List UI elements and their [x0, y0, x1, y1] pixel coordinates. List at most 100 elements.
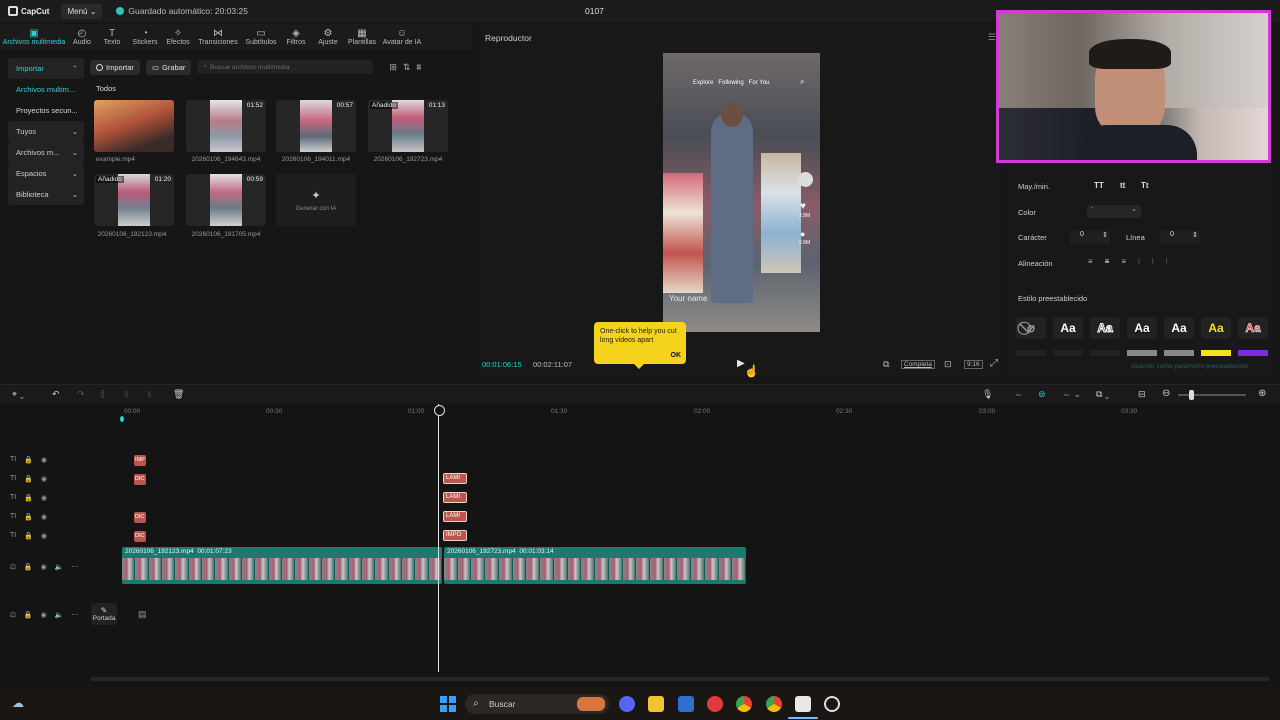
preset-swatch[interactable]	[1127, 350, 1157, 356]
sidebar-item-archives[interactable]: Archivos m... ⌄	[8, 142, 84, 163]
eye-icon[interactable]: ◉	[41, 532, 47, 540]
timeline-scrollbar[interactable]	[90, 677, 1270, 681]
text-clip[interactable]: DIC	[134, 474, 146, 485]
lock-icon[interactable]: 🔒	[24, 513, 33, 521]
delete-icon[interactable]: 🗑	[173, 389, 184, 400]
save-preset-link[interactable]: Guardar como parámetro preestablecido	[1131, 363, 1248, 370]
video-clip-2[interactable]: 20260106_192723.mp4 00:01:03:14	[444, 547, 746, 584]
snap-icon[interactable]: ⇔ ⌄	[1062, 389, 1081, 400]
zoom-slider-handle[interactable]	[1189, 390, 1194, 400]
fullscreen-frame-icon[interactable]: ⊡	[944, 359, 952, 370]
section-all[interactable]: Todos	[96, 84, 116, 93]
grid-view-icon[interactable]: ⊞	[389, 62, 397, 73]
tool-effects[interactable]: ✧ Efectos	[162, 24, 194, 50]
chrome-icon[interactable]	[736, 696, 752, 712]
tool-avatar[interactable]: ☺ Avatar de IA	[380, 24, 424, 50]
media-thumb-192123[interactable]: Añadido 01:20	[94, 174, 174, 226]
preset-swatch[interactable]	[1238, 350, 1268, 356]
lock-icon[interactable]: 🔒	[24, 563, 33, 571]
folder-icon[interactable]	[648, 696, 664, 712]
eye-icon[interactable]: ◉	[41, 494, 47, 502]
record-button[interactable]: ▭ Grabar	[145, 59, 192, 75]
text-clip-selected[interactable]: LAMI	[443, 492, 467, 503]
sidebar-item-yours[interactable]: Tuyos ⌄	[8, 121, 84, 142]
eye-icon[interactable]: ◉	[41, 475, 47, 483]
line-spacing-input[interactable]: 0 ⇕	[1160, 231, 1200, 244]
tooltip-ok-button[interactable]: OK	[671, 351, 682, 360]
tool-filters[interactable]: ◈ Filtros	[280, 24, 312, 50]
link-icon[interactable]: ⇔	[1014, 389, 1023, 399]
fit-timeline-icon[interactable]: ⊟	[1138, 389, 1146, 400]
tool-audio[interactable]: ◴ Audio	[68, 24, 96, 50]
microphone-icon[interactable]: 🎙	[982, 389, 993, 400]
lock-icon[interactable]: 🔒	[24, 532, 33, 540]
media-thumb-191705[interactable]: 00:59	[186, 174, 266, 226]
eye-icon[interactable]: ◉	[41, 563, 47, 571]
import-button[interactable]: Importar	[90, 59, 140, 75]
cover-button[interactable]: ✎ Portada	[91, 603, 117, 625]
color-select[interactable]: - ⌄	[1087, 205, 1141, 218]
playhead[interactable]	[434, 404, 445, 672]
text-clip[interactable]: DIC	[134, 512, 146, 523]
text-clip-selected[interactable]: LAMI	[443, 473, 467, 484]
preset-swatch[interactable]	[1016, 350, 1046, 356]
stepper-icon[interactable]: ⇕	[1192, 231, 1198, 239]
zoom-in-icon[interactable]: ⊕	[1258, 388, 1266, 399]
tool-transitions[interactable]: ⋈ Transiciones	[194, 24, 242, 50]
sidebar-item-projects[interactable]: Proyectos secun...	[8, 100, 84, 121]
zoom-out-icon[interactable]: ⊖	[1162, 388, 1170, 399]
preset-swatch[interactable]	[1164, 350, 1194, 356]
tool-media[interactable]: ▣ Archivos multimedia	[0, 24, 68, 50]
preset-red[interactable]: Aa	[1238, 317, 1268, 339]
sidebar-item-media[interactable]: Archivos multim...	[8, 79, 84, 100]
more-icon[interactable]: ⋯	[71, 563, 78, 571]
windows-start-icon[interactable]	[440, 696, 456, 712]
split-right-icon[interactable]: ⫾	[148, 389, 151, 400]
sidebar-item-spaces[interactable]: Espacios ⌄	[8, 163, 84, 184]
crop-icon[interactable]: ⧉	[883, 359, 889, 370]
speaker-icon[interactable]: 🔈	[55, 563, 64, 571]
sort-icon[interactable]: ⇅	[403, 62, 411, 73]
lock-icon[interactable]: 🔒	[24, 494, 33, 502]
chrome-profile-icon[interactable]	[766, 696, 782, 712]
case-title-button[interactable]: Tt	[1141, 181, 1149, 190]
media-search-input[interactable]: ⌕ Buscar archivos multimedia	[197, 60, 374, 74]
preset-swatch[interactable]	[1053, 350, 1083, 356]
split-icon[interactable]: ⫿	[101, 389, 104, 400]
tool-subtitles[interactable]: ▭ Subtítulos	[242, 24, 280, 50]
speaker-icon[interactable]: 🔈	[55, 611, 64, 619]
align-vertical-icon[interactable]: ⦙	[1152, 257, 1154, 267]
eye-icon[interactable]: ◉	[41, 611, 47, 619]
text-clip[interactable]: DIC	[134, 531, 146, 542]
text-clip-selected[interactable]: IMPO	[443, 530, 467, 541]
preset-white[interactable]: Aa	[1164, 317, 1194, 339]
tool-templates[interactable]: ▦ Plantillas	[344, 24, 380, 50]
aspect-ratio-button[interactable]: 9:16	[964, 360, 983, 369]
preset-shadow[interactable]: Aa	[1127, 317, 1157, 339]
media-thumb-192723[interactable]: Añadido 01:13	[368, 100, 448, 152]
tool-stickers[interactable]: ◔ Stickers	[128, 24, 162, 50]
magnet-icon[interactable]: ⊜	[1038, 389, 1046, 400]
eye-icon[interactable]: ◉	[41, 513, 47, 521]
char-spacing-input[interactable]: 0 ⇕	[1070, 231, 1110, 244]
video-preview[interactable]: Explore Following For You ⌕ ♥ 2.8M ● 2.8…	[663, 53, 820, 332]
align-right-icon[interactable]: ≡	[1121, 257, 1126, 267]
align-center-icon[interactable]: ≡	[1105, 257, 1110, 267]
lock-icon[interactable]: 🔒	[24, 475, 33, 483]
menu-lines-icon[interactable]: ☰	[988, 32, 996, 43]
media-player-icon[interactable]	[707, 696, 723, 712]
fullscreen-icon[interactable]: ⤢	[990, 358, 998, 369]
ratio-fit-button[interactable]: Completa	[901, 360, 935, 369]
preset-outline[interactable]: Aa	[1090, 317, 1120, 339]
menu-button[interactable]: Menú ⌄	[61, 3, 103, 19]
weather-icon[interactable]: ☁	[12, 696, 24, 710]
undo-icon[interactable]: ↶	[52, 389, 60, 400]
film-icon[interactable]: ▤	[138, 609, 147, 620]
text-clip-selected[interactable]: LAMI	[443, 511, 467, 522]
capcut-taskbar-icon[interactable]	[795, 696, 811, 712]
taskbar-search[interactable]: ⌕ Buscar	[465, 694, 609, 714]
filter-icon[interactable]: ⩩	[416, 62, 421, 73]
text-clip[interactable]: IMP	[134, 455, 146, 466]
sidebar-item-import[interactable]: Importar ⌃	[8, 58, 84, 79]
media-thumb-194011[interactable]: 00:57	[276, 100, 356, 152]
